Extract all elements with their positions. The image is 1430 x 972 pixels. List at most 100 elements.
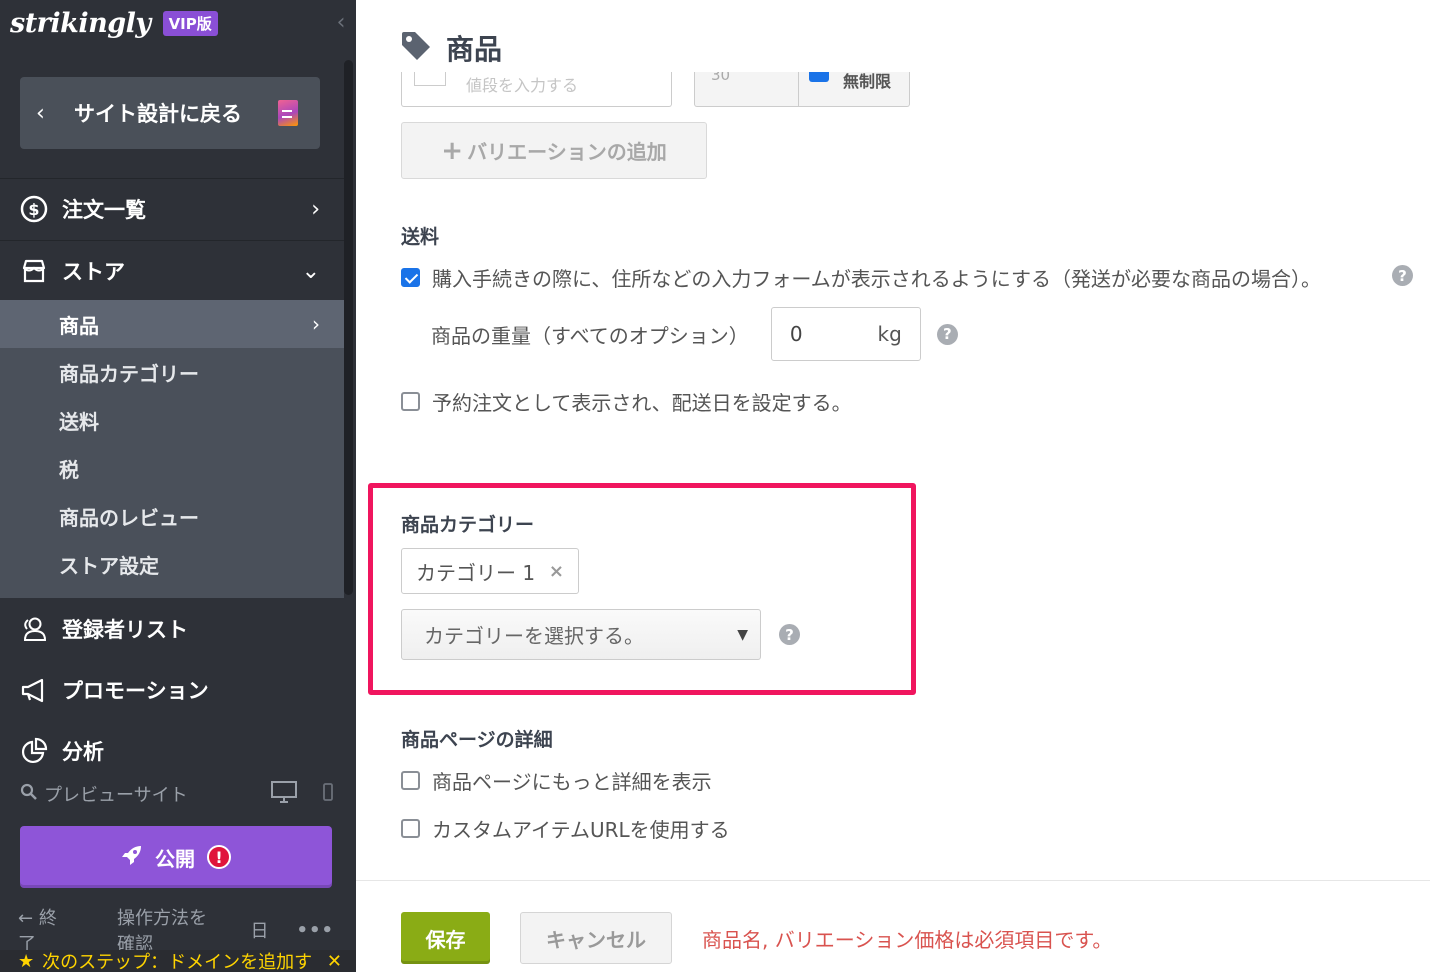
rocket-icon [121, 844, 143, 871]
sidebar-item-subscribers[interactable]: 登録者リスト [0, 600, 344, 658]
select-placeholder: カテゴリーを選択する。 [424, 624, 644, 648]
save-button[interactable]: 保存 [401, 912, 490, 964]
price-placeholder: 値段を入力する [466, 76, 579, 95]
show-details-row[interactable]: 商品ページにもっと詳細を表示 [401, 766, 712, 795]
sidebar-footer: ← 終了 操作方法を確認 日 ••• [18, 908, 338, 955]
megaphone-icon [20, 676, 48, 704]
sidebar-item-label: 登録者リスト [62, 618, 188, 642]
caret-down-icon: ▼ [737, 626, 748, 643]
desktop-preview-icon[interactable] [271, 780, 297, 808]
logo-area: strikingly VIP版 [10, 6, 218, 40]
dollar-circle-icon: $ [20, 195, 48, 223]
preview-site-row: プレビューサイト [20, 780, 335, 808]
back-to-site-editor-button[interactable]: ‹ サイト設計に戻る [20, 77, 320, 149]
publish-button[interactable]: 公開 ! [20, 826, 332, 888]
stock-input-group[interactable]: 30 無制限 [694, 70, 910, 107]
page-header: 商品 [400, 28, 502, 68]
chevron-right-icon: › [311, 196, 320, 222]
custom-url-checkbox[interactable] [401, 819, 420, 838]
preview-site-link[interactable]: プレビューサイト [44, 781, 188, 807]
close-icon[interactable]: ✕ [327, 951, 342, 972]
stock-value: 30 [711, 70, 731, 84]
chevron-right-icon: › [312, 312, 320, 336]
divider [0, 178, 344, 179]
next-step-text: 次のステップ：ドメインを追加す [42, 952, 313, 972]
preorder-row[interactable]: 予約注文として表示され、配送日を設定する。 [401, 387, 852, 416]
document-icon [278, 100, 298, 126]
exit-label: 終了 [18, 908, 57, 955]
subitem-label: 税 [59, 457, 79, 482]
strikingly-logo[interactable]: strikingly [10, 8, 151, 39]
subitem-label: 商品カテゴリー [59, 361, 199, 386]
weight-input[interactable]: 0 kg [770, 307, 921, 361]
category-chip: カテゴリー 1 × [401, 548, 579, 594]
help-icon[interactable]: ? [936, 323, 958, 345]
preorder-label: 予約注文として表示され、配送日を設定する。 [432, 391, 852, 415]
require-address-row[interactable]: 購入手続きの際に、住所などの入力フォームが表示されるようにする（発送が必要な商品… [401, 263, 1321, 292]
sidebar-subitem-categories[interactable]: 商品カテゴリー [0, 348, 344, 396]
more-options-icon[interactable]: ••• [296, 920, 334, 941]
subitem-label: 商品 [59, 313, 99, 338]
weight-value: 0 [789, 322, 803, 346]
category-select[interactable]: カテゴリーを選択する。 ▼ [401, 609, 761, 660]
preorder-checkbox[interactable] [401, 392, 420, 411]
sidebar: strikingly VIP版 ‹ ‹ サイト設計に戻る $ 注文一覧 › スト… [0, 0, 356, 972]
store-icon [20, 257, 48, 285]
mobile-preview-icon[interactable] [323, 782, 333, 806]
howto-link[interactable]: 操作方法を確認 [117, 904, 222, 956]
sidebar-subitem-shipping[interactable]: 送料 [0, 396, 344, 444]
help-icon[interactable]: ? [1392, 265, 1413, 286]
custom-url-row[interactable]: カスタムアイテムURLを使用する [401, 814, 730, 843]
chip-label: カテゴリー 1 [416, 560, 536, 585]
chevron-down-icon: ⌄ [301, 258, 320, 284]
sidebar-item-label: ストア [62, 260, 125, 284]
exit-link[interactable]: ← 終了 [18, 904, 89, 956]
subitem-label: ストア設定 [59, 553, 159, 578]
next-step-banner[interactable]: ★ 次のステップ：ドメインを追加す ✕ [0, 950, 356, 972]
weight-unit: kg [877, 322, 902, 346]
add-variation-label: バリエーションの追加 [467, 140, 667, 164]
cancel-button[interactable]: キャンセル [520, 912, 672, 964]
currency-selector[interactable] [414, 70, 446, 86]
sidebar-item-orders[interactable]: $ 注文一覧 › [0, 180, 344, 238]
sidebar-subitem-tax[interactable]: 税 [0, 444, 344, 492]
pie-chart-icon [20, 737, 48, 765]
custom-url-label: カスタムアイテムURLを使用する [432, 818, 730, 842]
subitem-label: 送料 [59, 409, 99, 434]
divider [798, 70, 799, 106]
divider [0, 240, 344, 241]
price-input[interactable]: 値段を入力する [401, 70, 672, 107]
help-icon[interactable]: ? [779, 624, 800, 645]
sidebar-item-label: プロモーション [62, 679, 209, 703]
sidebar-subitem-store-settings[interactable]: ストア設定 [0, 540, 344, 588]
vip-badge: VIP版 [162, 10, 218, 36]
shipping-heading: 送料 [401, 226, 440, 248]
show-details-checkbox[interactable] [401, 771, 420, 790]
plus-icon: + [441, 135, 464, 166]
publish-label: 公開 [155, 846, 195, 871]
sidebar-item-promotion[interactable]: プロモーション [0, 661, 344, 719]
language-toggle[interactable]: 日 [250, 917, 268, 943]
collapse-sidebar-icon[interactable]: ‹ [331, 10, 351, 35]
unlimited-label: 無制限 [843, 72, 892, 91]
remove-chip-icon[interactable]: × [549, 561, 564, 582]
sidebar-scrollbar[interactable] [344, 60, 353, 595]
sidebar-item-analytics[interactable]: 分析 [0, 722, 344, 780]
sidebar-item-label: 注文一覧 [62, 198, 146, 222]
sidebar-item-store[interactable]: ストア ⌄ [0, 242, 344, 300]
sidebar-subitem-reviews[interactable]: 商品のレビュー [0, 492, 344, 540]
category-heading: 商品カテゴリー [401, 514, 535, 536]
sidebar-subitem-products[interactable]: 商品 › [0, 300, 344, 348]
search-icon [20, 783, 38, 806]
weight-row: 商品の重量（すべてのオプション） 0 kg ? [431, 307, 958, 361]
star-icon: ★ [18, 950, 35, 972]
store-submenu: 商品 › 商品カテゴリー 送料 税 商品のレビュー ストア設定 [0, 300, 344, 598]
show-details-label: 商品ページにもっと詳細を表示 [432, 770, 712, 794]
back-label: サイト設計に戻る [74, 102, 242, 126]
require-address-label: 購入手続きの際に、住所などの入力フォームが表示されるようにする（発送が必要な商品… [432, 267, 1321, 291]
add-variation-button[interactable]: + バリエーションの追加 [401, 122, 707, 179]
users-icon [20, 615, 48, 643]
details-heading: 商品ページの詳細 [401, 729, 553, 751]
tag-icon [400, 30, 432, 66]
require-address-checkbox[interactable] [401, 268, 420, 287]
